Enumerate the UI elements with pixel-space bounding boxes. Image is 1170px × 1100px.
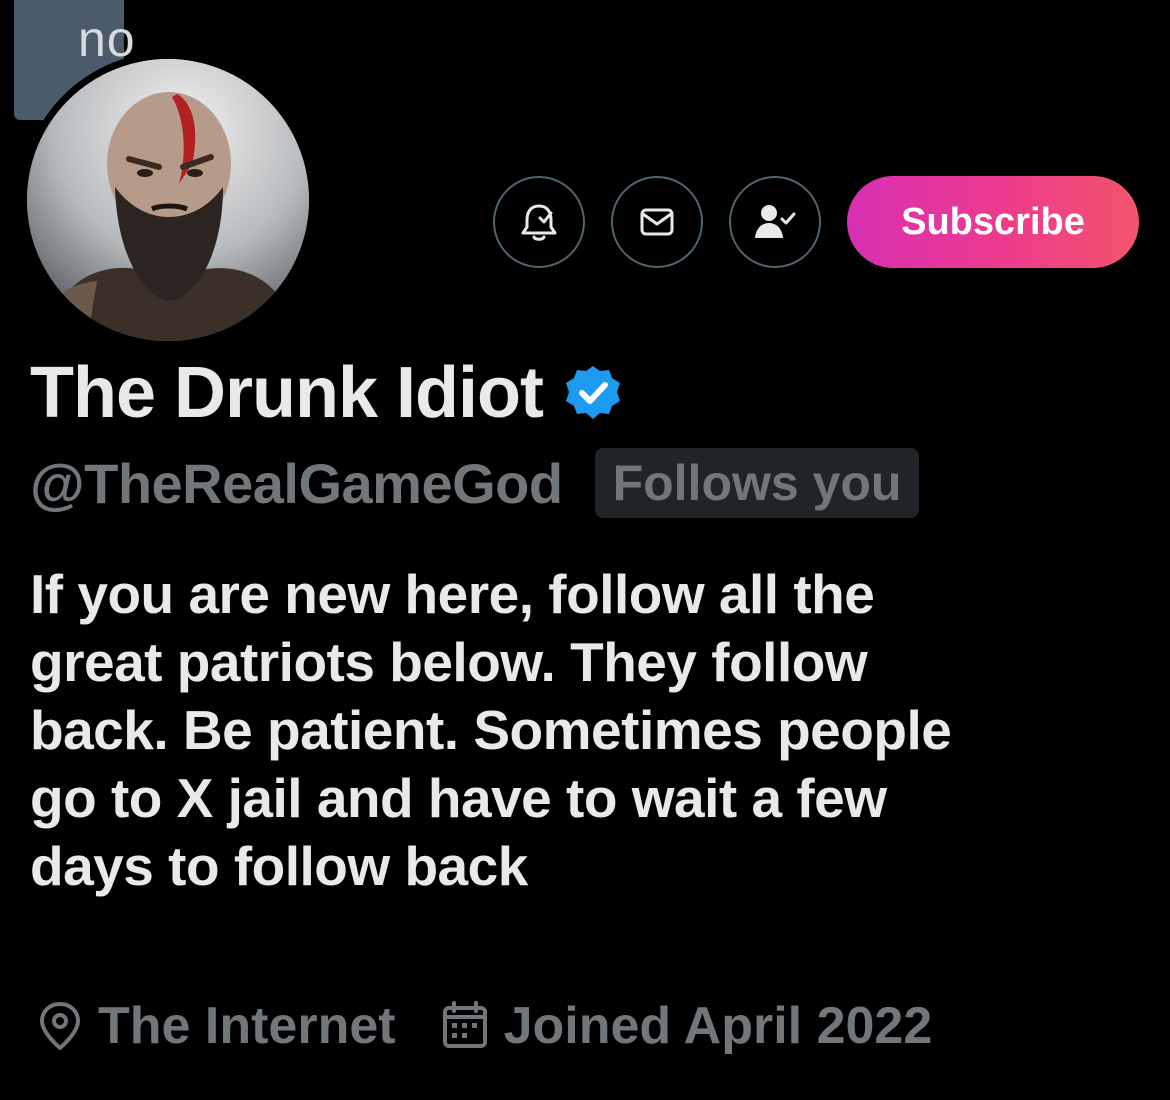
bio-line: If you are new here, follow all the	[30, 563, 875, 625]
bio-line: go to X jail and have to wait a few	[30, 767, 887, 829]
location-item: The Internet	[36, 996, 396, 1056]
following-button[interactable]	[729, 176, 821, 268]
follows-you-badge: Follows you	[594, 448, 920, 518]
profile-actions: Subscribe	[493, 176, 1139, 268]
display-name: The Drunk Idiot	[30, 353, 544, 433]
profile-handle: @TheRealGameGod	[30, 451, 563, 515]
notifications-button[interactable]	[493, 176, 585, 268]
calendar-icon	[442, 1001, 487, 1048]
profile-meta: The Internet Joined April 2022	[36, 996, 976, 1056]
bio-line: great patriots below. They follow	[30, 631, 868, 693]
profile-name-row: The Drunk Idiot	[30, 352, 623, 434]
bio-line: days to follow back	[30, 835, 528, 897]
profile-bio: If you are new here, follow all the grea…	[30, 560, 1150, 900]
message-button[interactable]	[611, 176, 703, 268]
avatar-portrait	[27, 59, 309, 341]
handle-row: @TheRealGameGod Follows you	[30, 448, 920, 518]
envelope-icon	[640, 208, 674, 236]
bell-check-icon	[521, 204, 557, 241]
avatar[interactable]	[27, 59, 309, 341]
subscribe-button[interactable]: Subscribe	[847, 176, 1139, 268]
verified-badge-icon[interactable]	[563, 363, 623, 423]
joined-date: Joined April 2022	[503, 997, 933, 1055]
joined-item: Joined April 2022	[440, 996, 933, 1056]
location-text: The Internet	[98, 997, 396, 1055]
location-pin-icon	[40, 1002, 80, 1050]
person-check-icon	[755, 205, 796, 238]
bio-line: back. Be patient. Sometimes people	[30, 699, 952, 761]
